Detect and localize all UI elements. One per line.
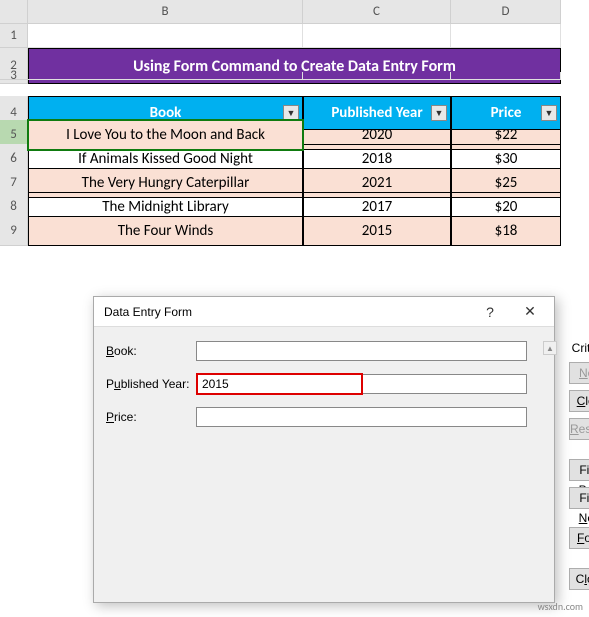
col-header-price[interactable]: Price ▼ [451,96,561,130]
col-header-label: Price [491,104,522,122]
cell[interactable] [451,72,561,80]
field-year: Published Year: [106,373,527,395]
cell-book[interactable]: I Love You to the Moon and Back [28,120,303,150]
row-header-9[interactable]: 9 [0,216,28,246]
restore-button[interactable]: Restore [569,418,589,440]
select-all-corner[interactable] [0,0,28,24]
close-button[interactable]: ✕ [510,298,550,326]
data-entry-form-dialog: Data Entry Form ? ✕ Book: Published Year… [93,296,555,603]
year-input-ext[interactable] [363,374,527,394]
clear-button[interactable]: Clear [569,390,589,412]
price-label: Price: [106,410,196,424]
close-dialog-button[interactable]: Close [569,568,589,590]
watermark: wsxdn.com [538,600,583,613]
row-header-3[interactable]: 3 [0,72,28,80]
find-next-button[interactable]: Find Next [569,487,589,509]
help-button[interactable]: ? [470,298,510,326]
scroll-column: ▲ [543,341,557,590]
cell-book[interactable]: The Four Winds [28,216,303,246]
dialog-buttons: Criteria New Clear Restore Find Prev Fin… [569,341,589,590]
field-price: Price: [106,407,527,427]
scroll-up-icon[interactable]: ▲ [543,341,557,355]
filter-icon[interactable]: ▼ [283,105,299,121]
cell-price[interactable]: $18 [451,216,561,246]
price-input[interactable] [196,407,527,427]
form-button[interactable]: Form [569,527,589,549]
filter-icon[interactable]: ▼ [541,105,557,121]
dialog-titlebar[interactable]: Data Entry Form ? ✕ [94,297,554,327]
filter-icon[interactable]: ▼ [431,105,447,121]
new-button[interactable]: New [569,362,589,384]
criteria-label: Criteria [569,341,589,356]
col-header-year[interactable]: Published Year ▼ [303,96,451,130]
cell[interactable] [303,72,451,80]
row-header-1[interactable]: 1 [0,24,28,48]
cell[interactable] [28,72,303,80]
cell-year[interactable]: 2015 [303,216,451,246]
cell[interactable] [303,24,451,48]
year-input[interactable] [196,373,363,395]
dialog-body: Book: Published Year: Price: ▲ Criteria … [94,327,554,602]
form-fields: Book: Published Year: Price: [106,341,535,590]
cell[interactable] [451,24,561,48]
dialog-title: Data Entry Form [104,305,470,319]
col-header-label: Published Year [331,104,422,122]
field-book: Book: [106,341,527,361]
spreadsheet-grid: B C D 1 2 Using Form Command to Create D… [0,0,589,240]
book-label: Book: [106,344,196,358]
col-header-d[interactable]: D [451,0,561,24]
book-input[interactable] [196,341,527,361]
col-header-b[interactable]: B [28,0,303,24]
col-header-c[interactable]: C [303,0,451,24]
year-label: Published Year: [106,377,196,391]
find-prev-button[interactable]: Find Prev [569,459,589,481]
cell[interactable] [28,24,303,48]
